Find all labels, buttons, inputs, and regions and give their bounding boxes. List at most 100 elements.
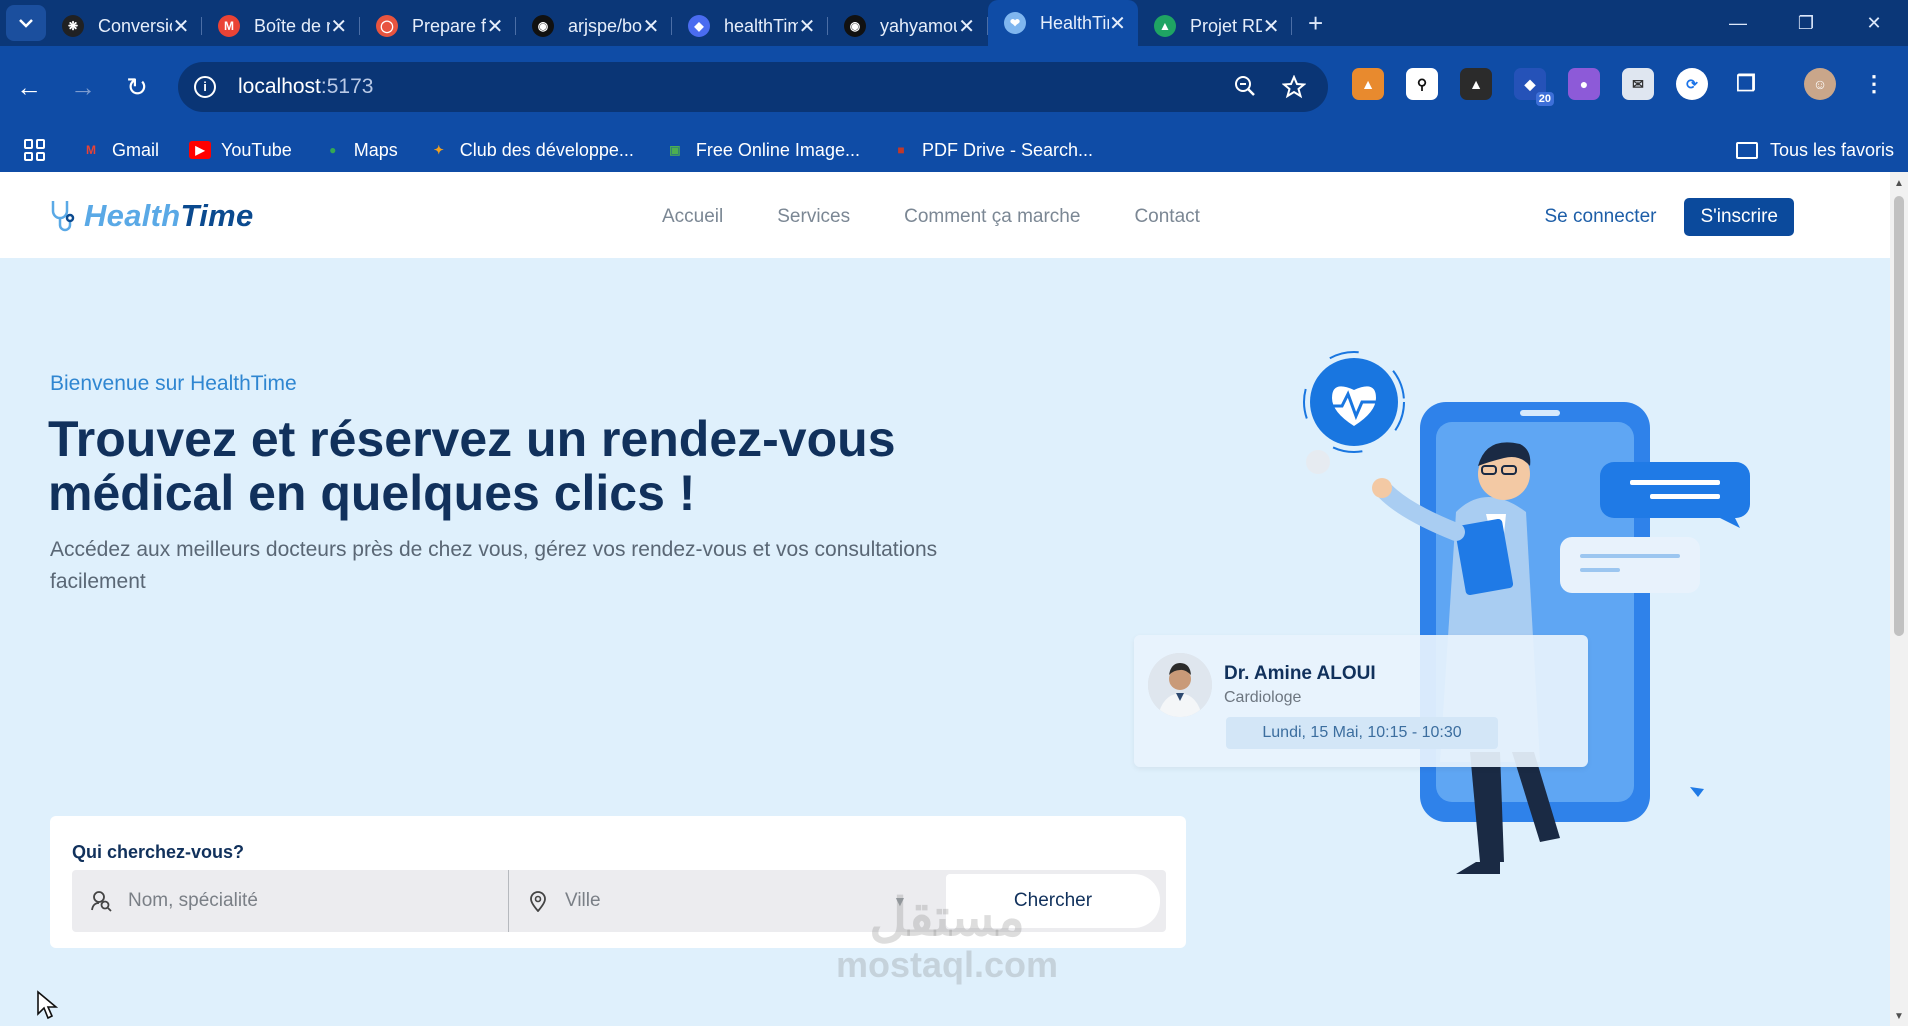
openai-icon: ❋ [62, 15, 84, 37]
nav-contact[interactable]: Contact [1134, 206, 1199, 228]
page-viewport: HealthTime Accueil Services Comment ça m… [0, 172, 1890, 1026]
url-text[interactable]: localhost:5173 [238, 75, 373, 99]
github-icon: ◉ [532, 15, 554, 37]
scroll-down-arrow-icon[interactable]: ▼ [1894, 1011, 1904, 1022]
tab-close-icon[interactable]: ✕ [172, 14, 190, 39]
tab-close-icon[interactable]: ✕ [798, 14, 816, 39]
tab-search-button[interactable] [6, 5, 46, 41]
scroll-up-arrow-icon[interactable]: ▲ [1894, 178, 1904, 189]
bookmark-label: YouTube [221, 139, 292, 160]
oracle-icon: ◯ [376, 15, 398, 37]
restore-button[interactable]: ❐ [1772, 13, 1840, 34]
doctor-appointment-card[interactable]: Dr. Amine ALOUI Cardiologe Lundi, 15 Mai… [1134, 635, 1588, 767]
profile-avatar[interactable]: ☺ [1804, 68, 1836, 100]
bookmark-item[interactable]: ■ PDF Drive - Search... [890, 140, 1093, 161]
zoom-icon[interactable] [1234, 75, 1256, 97]
bookmark-label: PDF Drive - Search... [921, 139, 1094, 160]
address-bar[interactable]: i localhost:5173 [178, 62, 1328, 112]
tab-close-icon[interactable]: ✕ [330, 14, 348, 39]
github-icon: ◉ [844, 15, 866, 37]
brain-extension-icon[interactable]: ● [1568, 68, 1600, 100]
signup-button[interactable]: S'inscrire [1684, 198, 1794, 236]
hat-extension-icon[interactable]: ▲ [1460, 68, 1492, 100]
browser-tab[interactable]: ▲ Projet RDV✕ [1138, 6, 1292, 46]
reload-button[interactable]: ↻ [110, 72, 164, 103]
nav-comment-ca-marche[interactable]: Comment ça marche [904, 206, 1080, 228]
tab-title: arjspe/boe [568, 15, 642, 36]
nav-accueil[interactable]: Accueil [662, 206, 723, 228]
hero-subtitle: Accédez aux meilleurs docteurs près de c… [50, 538, 938, 593]
browser-tab[interactable]: ◯ Prepare for✕ [360, 6, 516, 46]
browser-tab[interactable]: ❋ Conversion✕ [46, 6, 202, 46]
name-specialty-field[interactable]: Nom, spécialité [72, 870, 509, 932]
menu-kebab-icon[interactable]: ⋮ [1858, 68, 1890, 100]
developpez-icon: ✦ [433, 143, 444, 157]
login-link[interactable]: Se connecter [1545, 206, 1657, 228]
main-navigation: Accueil Services Comment ça marche Conta… [662, 206, 1200, 228]
tab-close-icon[interactable]: ✕ [486, 14, 504, 39]
sync-extension-icon[interactable]: ⟳ [1676, 68, 1708, 100]
bookmark-label: Gmail [112, 139, 160, 160]
youtube-icon: ▶ [189, 141, 212, 159]
bookmark-item[interactable]: ▣ Free Online Image... [664, 140, 860, 161]
tab-close-icon[interactable]: ✕ [642, 14, 660, 39]
nav-services[interactable]: Services [777, 206, 850, 228]
site-info-icon[interactable]: i [194, 76, 216, 98]
hero-kicker: Bienvenue sur HealthTime [50, 372, 297, 395]
browser-tab[interactable]: ◆ healthTime✕ [672, 6, 828, 46]
browser-tab[interactable]: M Boîte de réception✕ [202, 6, 360, 46]
forward-button[interactable]: → [56, 72, 110, 103]
city-placeholder: Ville [565, 890, 601, 911]
extensions-puzzle-icon[interactable]: ❒ [1730, 68, 1762, 100]
tab-close-icon[interactable]: ✕ [1262, 14, 1280, 39]
user-search-icon [91, 891, 112, 912]
all-bookmarks-label: Tous les favoris [1769, 139, 1894, 160]
tab-title: yahyamou [880, 15, 958, 36]
app-icon: ◆ [688, 15, 710, 37]
tab-close-icon[interactable]: ✕ [1109, 11, 1126, 36]
tab-title: Projet RDV [1190, 15, 1263, 36]
bookmark-item[interactable]: ▶ YouTube [189, 140, 292, 161]
site-logo[interactable]: HealthTime [48, 198, 254, 234]
minimize-button[interactable]: — [1704, 13, 1772, 34]
site-header: HealthTime Accueil Services Comment ça m… [0, 172, 1890, 258]
maps-icon: ● [329, 143, 337, 157]
back-button[interactable]: ← [2, 72, 56, 103]
tab-title: Prepare for [412, 15, 486, 36]
page-scrollbar[interactable]: ▲ ▼ [1890, 172, 1908, 1026]
doctor-name: Dr. Amine ALOUI [1224, 663, 1376, 684]
bookmark-label: Club des développe... [459, 139, 634, 160]
bookmark-item[interactable]: M Gmail [80, 140, 159, 161]
stethoscope-icon [51, 201, 75, 232]
lens-extension-icon[interactable]: ⚲ [1406, 68, 1438, 100]
browser-tab[interactable]: ◉ arjspe/boe✕ [516, 6, 672, 46]
new-tab-button[interactable]: + [1308, 8, 1323, 39]
tab-close-icon[interactable]: ✕ [957, 14, 976, 39]
bookmark-item[interactable]: ● Maps [322, 140, 398, 161]
close-window-button[interactable]: ✕ [1840, 13, 1908, 34]
doctor-phone-illustration [1303, 351, 1750, 874]
browser-tab-strip: ❋Conversion✕MBoîte de réception✕ ◯ Prepare… [0, 0, 1908, 46]
star-icon[interactable] [1282, 75, 1306, 99]
browser-tab[interactable]: ❤ HealthTime✕ [988, 0, 1138, 46]
chevron-down-icon [19, 19, 33, 28]
image-icon: ▣ [669, 143, 681, 157]
city-field[interactable]: Ville [509, 870, 881, 932]
bookmark-label: Free Online Image... [695, 139, 860, 160]
browser-tab[interactable]: ◉ yahyamou ✕ [828, 6, 988, 46]
metamask-icon[interactable]: ▲ [1352, 68, 1384, 100]
drive-icon: ▲ [1154, 15, 1176, 37]
mouse-cursor-icon [37, 990, 58, 1020]
mostaql-watermark: مستقل mostaql.com [836, 889, 1059, 985]
all-bookmarks-folder[interactable]: Tous les favoris [1735, 139, 1894, 161]
doctor-specialty: Cardiologe [1224, 689, 1302, 706]
doctor-avatar [1148, 653, 1212, 717]
mail-extension-icon[interactable]: ✉ [1622, 68, 1654, 100]
appointment-slot[interactable]: Lundi, 15 Mai, 10:15 - 10:30 [1226, 717, 1498, 749]
tab-title: HealthTime [1040, 12, 1109, 33]
folder-icon [1735, 141, 1758, 159]
apps-grid-icon[interactable] [24, 139, 46, 161]
scrollbar-thumb[interactable] [1894, 196, 1904, 636]
bookmark-item[interactable]: ✦ Club des développe... [428, 140, 634, 161]
graduation-extension-icon[interactable]: ◆ 20 [1514, 68, 1554, 106]
